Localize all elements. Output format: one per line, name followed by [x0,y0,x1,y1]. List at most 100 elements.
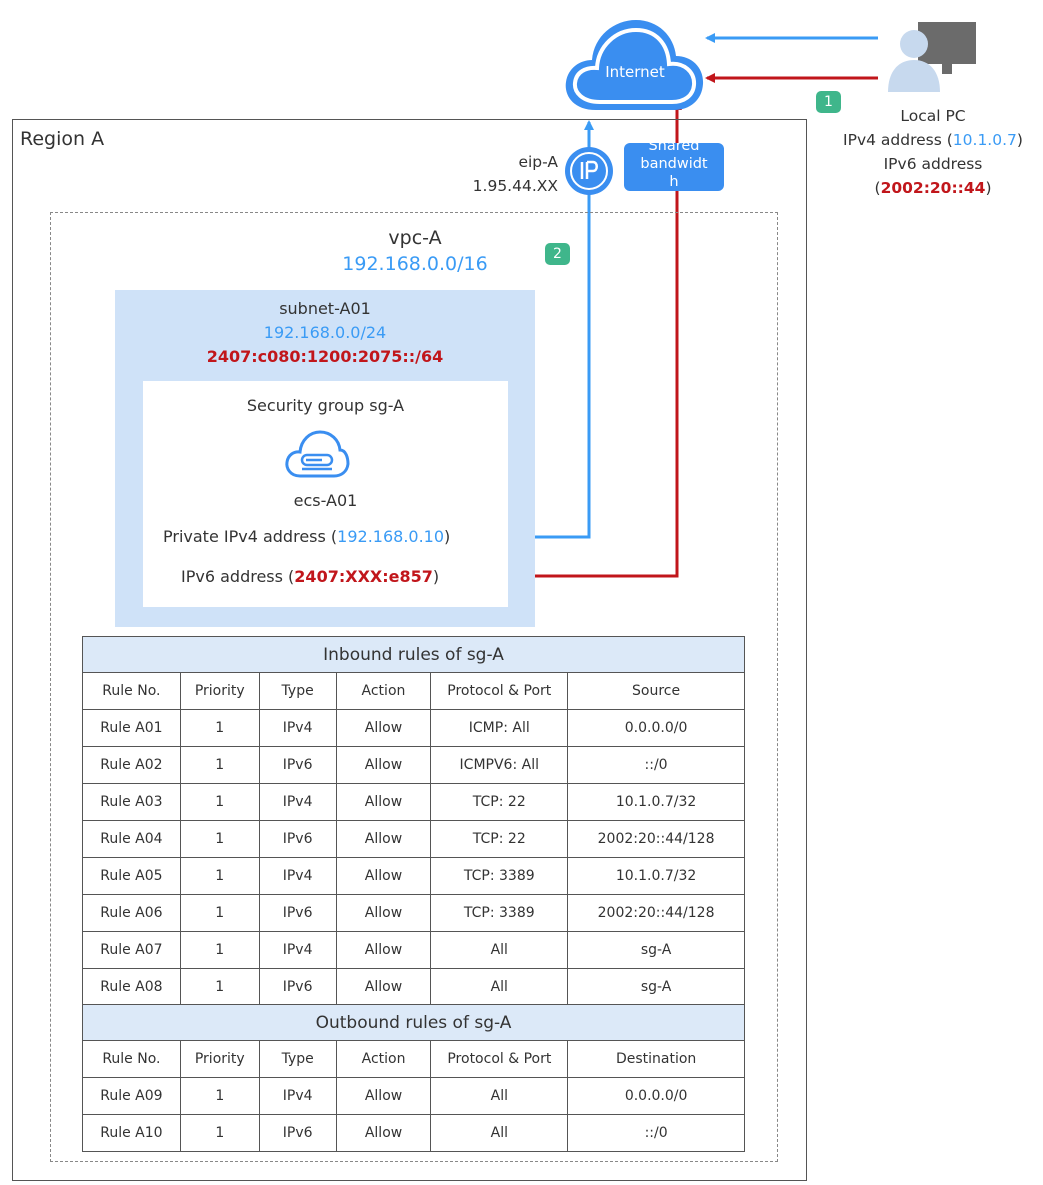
table-cell: Rule A03 [82,783,181,821]
table-cell: 1 [179,709,260,747]
table-cell: 1 [179,857,260,895]
bandwidth-line2: bandwidt [640,156,708,172]
table-cell: Allow [335,1077,432,1115]
table-row: Rule A03 1 IPv4 Allow TCP: 22 10.1.0.7/32 [82,783,745,821]
table-cell: TCP: 22 [430,783,569,821]
ecs-ipv4: 192.168.0.10 [337,527,445,546]
table-cell: 0.0.0.0/0 [567,1077,745,1115]
table-cell: Allow [335,857,432,895]
vpc-info: vpc-A 192.168.0.0/16 [300,225,530,277]
vpc-cidr: 192.168.0.0/16 [342,253,488,275]
table-cell: TCP: 3389 [430,857,569,895]
table-cell: ::/0 [567,1114,745,1152]
local-pc-ipv4-prefix: IPv4 address ( [843,131,953,149]
eip-name: eip-A [518,153,558,171]
table-cell: Allow [335,746,432,784]
header-cell: Rule No. [82,1040,181,1078]
header-cell: Protocol & Port [430,672,569,710]
ecs-ipv4-prefix: Private IPv4 address ( [163,527,338,546]
table-cell: TCP: 22 [430,820,569,858]
table-cell: 2002:20::44/128 [567,820,745,858]
table-cell: IPv4 [258,931,337,969]
table-cell: All [430,931,569,969]
table-cell: All [430,1077,569,1115]
table-cell: IPv6 [258,968,337,1006]
header-cell: Source [567,672,745,710]
bandwidth-line1: Shared [648,143,700,154]
header-cell: Priority [179,1040,260,1078]
table-cell: Rule A05 [82,857,181,895]
local-pc-ipv6: 2002:20::44 [880,179,986,197]
ecs-name: ecs-A01 [293,491,358,510]
table-cell: ::/0 [567,746,745,784]
subnet-ipv4-cidr: 192.168.0.0/24 [263,323,387,342]
local-pc-ipv4: 10.1.0.7 [952,131,1017,149]
table-cell: Allow [335,709,432,747]
table-cell: sg-A [567,931,745,969]
table-cell: Rule A10 [82,1114,181,1152]
table-cell: 1 [179,783,260,821]
table-cell: 10.1.0.7/32 [567,857,745,895]
table-row: Rule A09 1 IPv4 Allow All 0.0.0.0/0 [82,1077,745,1115]
eip-icon [565,147,613,195]
table-cell: 0.0.0.0/0 [567,709,745,747]
table-cell: Rule A01 [82,709,181,747]
ecs-cloud-icon [285,430,350,478]
local-pc-ipv6-line: (2002:20::44) [815,176,1043,200]
table-cell: Allow [335,1114,432,1152]
ecs-ipv6-line: IPv6 address (2407:XXX:e857) [181,567,439,586]
local-pc-info: Local PC IPv4 address (10.1.0.7) IPv6 ad… [815,104,1043,200]
table-row: Rule A01 1 IPv4 Allow ICMP: All 0.0.0.0/0 [82,709,745,747]
eip-address: 1.95.44.XX [472,177,558,195]
inbound-header-row: Rule No. Priority Type Action Protocol &… [82,672,745,710]
table-row: Rule A04 1 IPv6 Allow TCP: 22 2002:20::44/128 [82,820,745,858]
table-row: Rule A06 1 IPv6 Allow TCP: 3389 2002:20::44/1… [82,894,745,932]
table-cell: ICMP: All [430,709,569,747]
ecs-ipv4-line: Private IPv4 address (192.168.0.10) [163,527,450,546]
table-cell: Rule A08 [82,968,181,1006]
header-cell: Protocol & Port [430,1040,569,1078]
table-cell: IPv6 [258,820,337,858]
table-cell: Allow [335,783,432,821]
local-pc-ipv6-suffix: ) [985,179,992,197]
table-row: Rule A07 1 IPv4 Allow All sg-A [82,931,745,969]
local-pc-ipv4-suffix: ) [1016,131,1023,149]
outbound-rules-table: Outbound rules of sg-A Rule No. Priority… [82,1004,745,1152]
ecs-ipv6-suffix: ) [432,567,440,586]
ecs-ipv6-prefix: IPv6 address ( [181,567,295,586]
table-cell: IPv6 [258,746,337,784]
table-cell: 1 [179,820,260,858]
table-row: Rule A08 1 IPv6 Allow All sg-A [82,968,745,1006]
table-cell: 1 [179,968,260,1006]
outbound-header-row: Rule No. Priority Type Action Protocol &… [82,1040,745,1078]
ecs-ipv4-suffix: ) [444,527,451,546]
table-cell: All [430,968,569,1006]
subnet-name: subnet-A01 [279,299,371,318]
local-pc-ipv6-label: IPv6 address [883,155,983,173]
header-cell: Destination [567,1040,745,1078]
header-cell: Type [258,1040,337,1078]
table-cell: 1 [179,1077,260,1115]
table-cell: Allow [335,968,432,1006]
table-cell: 2002:20::44/128 [567,894,745,932]
local-pc-ipv4-line: IPv4 address (10.1.0.7) [815,128,1043,152]
table-cell: 1 [179,894,260,932]
table-cell: IPv6 [258,1114,337,1152]
inbound-rules-table: Inbound rules of sg-A Rule No. Priority … [82,636,745,1006]
header-cell: Priority [179,672,260,710]
ecs-ipv6: 2407:XXX:e857 [294,567,433,586]
table-cell: Rule A07 [82,931,181,969]
internet-cloud-icon [565,20,704,110]
inbound-title: Inbound rules of sg-A [82,636,745,673]
step-badge-2: 2 [545,243,570,265]
outbound-title: Outbound rules of sg-A [82,1004,745,1041]
table-cell: IPv4 [258,857,337,895]
header-cell: Action [335,672,432,710]
table-cell: IPv4 [258,709,337,747]
table-row: Rule A05 1 IPv4 Allow TCP: 3389 10.1.0.7/32 [82,857,745,895]
table-cell: Allow [335,931,432,969]
local-pc-icon [888,22,976,92]
header-cell: Type [258,672,337,710]
table-cell: Rule A06 [82,894,181,932]
table-cell: IPv4 [258,783,337,821]
